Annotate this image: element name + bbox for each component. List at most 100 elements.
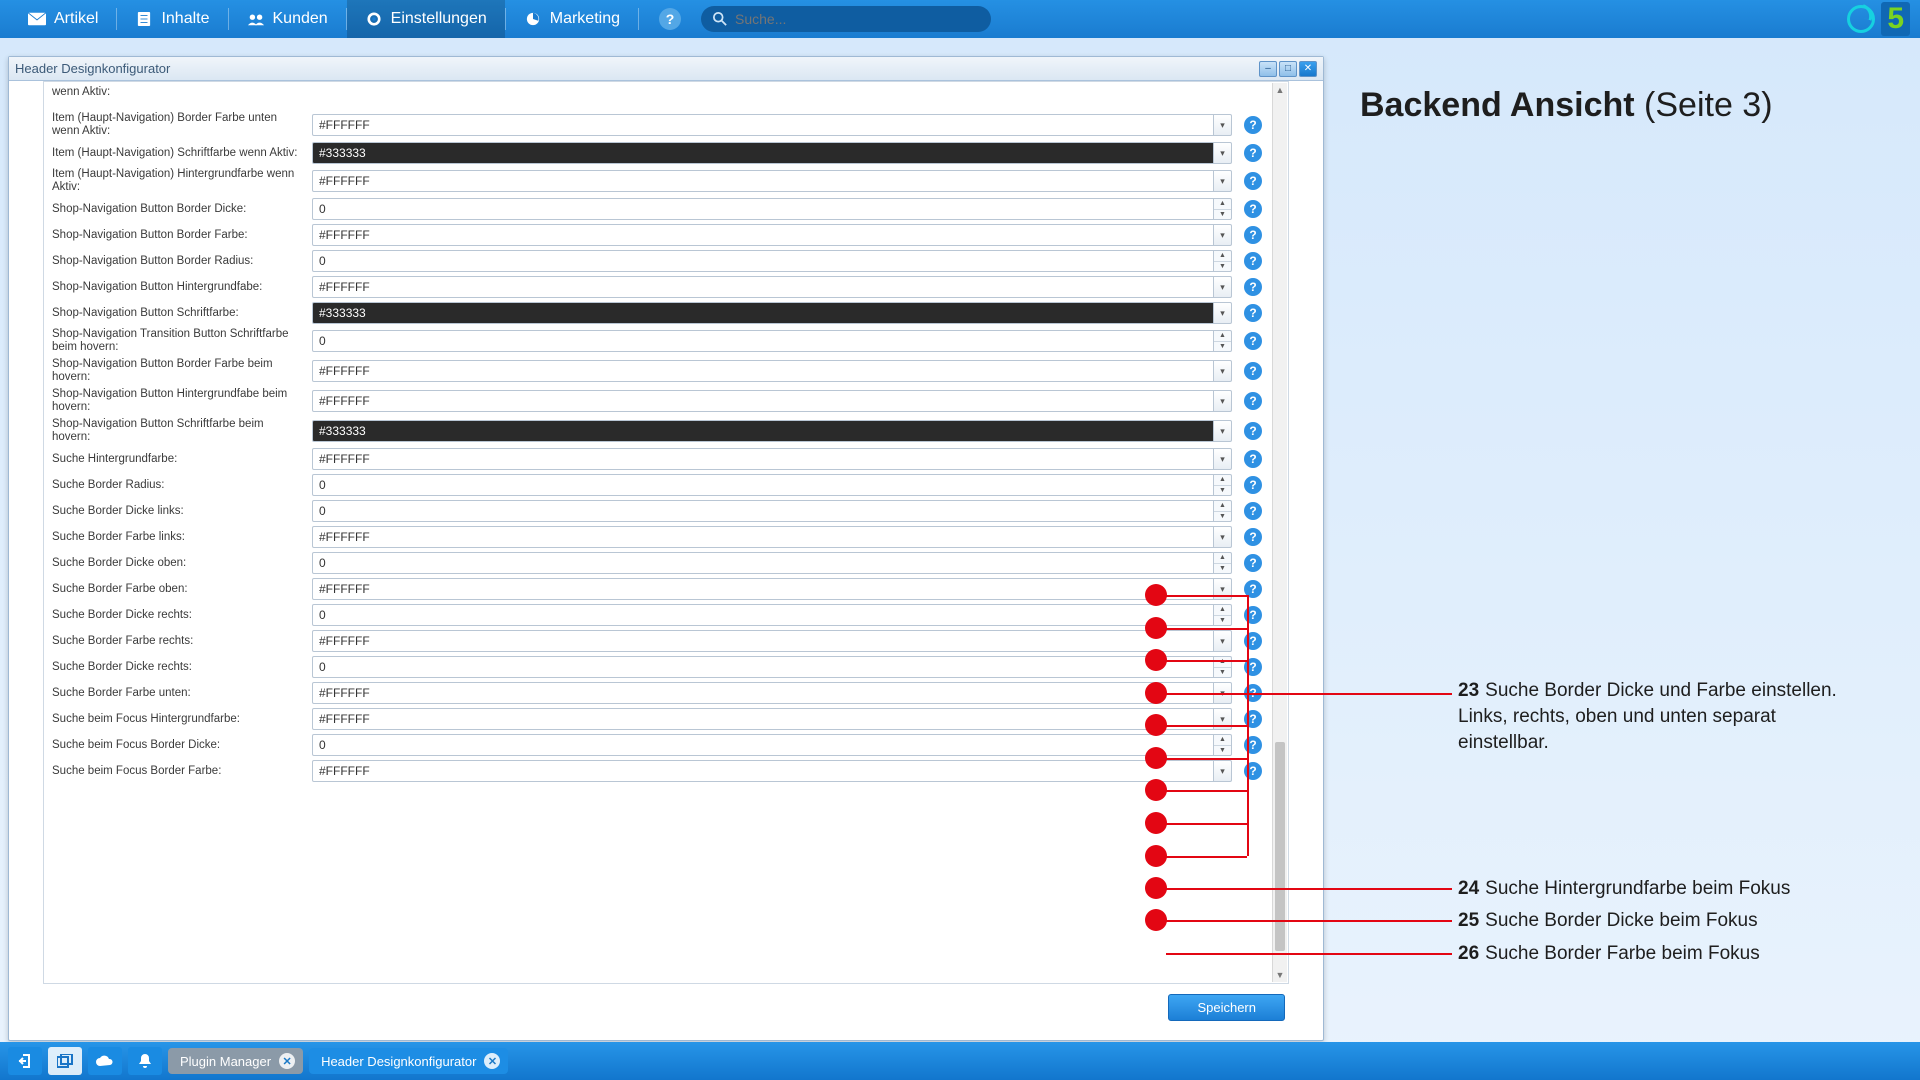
menu-item-einstellungen[interactable]: Einstellungen — [347, 0, 505, 38]
spin-down[interactable]: ▼ — [1214, 746, 1231, 756]
spin-up[interactable]: ▲ — [1214, 251, 1231, 262]
scrollbar[interactable]: ▲ ▼ — [1272, 83, 1287, 982]
menu-item-kunden[interactable]: Kunden — [229, 0, 346, 38]
spinner[interactable]: ▲▼ — [1214, 474, 1232, 496]
menu-item-artikel[interactable]: Artikel — [10, 0, 116, 38]
taskbar-item-header-designkonfigurator[interactable]: Header Designkonfigurator ✕ — [309, 1048, 508, 1074]
spinner[interactable]: ▲▼ — [1214, 198, 1232, 220]
number-input[interactable] — [312, 250, 1214, 272]
color-input[interactable] — [312, 760, 1214, 782]
global-search[interactable] — [701, 6, 991, 32]
color-input[interactable] — [312, 276, 1214, 298]
dropdown-trigger[interactable]: ▾ — [1214, 526, 1232, 548]
taskbar-logout[interactable] — [8, 1047, 42, 1075]
spin-up[interactable]: ▲ — [1214, 501, 1231, 512]
number-input[interactable] — [312, 604, 1214, 626]
taskbar-item-plugin-manager[interactable]: Plugin Manager ✕ — [168, 1048, 303, 1074]
color-input[interactable] — [312, 708, 1214, 730]
dropdown-trigger[interactable]: ▾ — [1214, 390, 1232, 412]
field-help-button[interactable]: ? — [1244, 144, 1262, 162]
spin-down[interactable]: ▼ — [1214, 210, 1231, 220]
spinner[interactable]: ▲▼ — [1214, 734, 1232, 756]
spin-down[interactable]: ▼ — [1214, 564, 1231, 574]
field-help-button[interactable]: ? — [1244, 554, 1262, 572]
dropdown-trigger[interactable]: ▾ — [1214, 360, 1232, 382]
minimize-button[interactable]: – — [1259, 61, 1277, 77]
menu-item-inhalte[interactable]: Inhalte — [117, 0, 227, 38]
color-input[interactable] — [312, 360, 1214, 382]
field-help-button[interactable]: ? — [1244, 392, 1262, 410]
maximize-button[interactable]: □ — [1279, 61, 1297, 77]
dropdown-trigger[interactable]: ▾ — [1214, 630, 1232, 652]
dropdown-trigger[interactable]: ▾ — [1214, 170, 1232, 192]
spin-down[interactable]: ▼ — [1214, 262, 1231, 272]
spin-down[interactable]: ▼ — [1214, 616, 1231, 626]
spin-up[interactable]: ▲ — [1214, 553, 1231, 564]
dropdown-trigger[interactable]: ▾ — [1214, 142, 1232, 164]
number-input[interactable] — [312, 198, 1214, 220]
dropdown-trigger[interactable]: ▾ — [1214, 448, 1232, 470]
field-help-button[interactable]: ? — [1244, 476, 1262, 494]
spinner[interactable]: ▲▼ — [1214, 500, 1232, 522]
spinner[interactable]: ▲▼ — [1214, 604, 1232, 626]
field-help-button[interactable]: ? — [1244, 252, 1262, 270]
dropdown-trigger[interactable]: ▾ — [1214, 276, 1232, 298]
dropdown-trigger[interactable]: ▾ — [1214, 224, 1232, 246]
spin-down[interactable]: ▼ — [1214, 668, 1231, 678]
help-button[interactable]: ? — [659, 8, 681, 30]
color-input[interactable] — [312, 578, 1214, 600]
field-help-button[interactable]: ? — [1244, 278, 1262, 296]
field-help-button[interactable]: ? — [1244, 450, 1262, 468]
field-help-button[interactable]: ? — [1244, 226, 1262, 244]
field-help-button[interactable]: ? — [1244, 362, 1262, 380]
number-input[interactable] — [312, 552, 1214, 574]
field-help-button[interactable]: ? — [1244, 116, 1262, 134]
spin-up[interactable]: ▲ — [1214, 199, 1231, 210]
color-input[interactable] — [312, 630, 1214, 652]
window-titlebar[interactable]: Header Designkonfigurator – □ ✕ — [9, 57, 1323, 81]
save-button[interactable]: Speichern — [1168, 994, 1285, 1021]
field-help-button[interactable]: ? — [1244, 172, 1262, 190]
scroll-down-arrow[interactable]: ▼ — [1273, 968, 1287, 982]
close-icon[interactable]: ✕ — [279, 1053, 295, 1069]
color-input[interactable] — [312, 448, 1214, 470]
color-input[interactable] — [312, 142, 1214, 164]
spin-up[interactable]: ▲ — [1214, 657, 1231, 668]
spinner[interactable]: ▲▼ — [1214, 330, 1232, 352]
dropdown-trigger[interactable]: ▾ — [1214, 302, 1232, 324]
dropdown-trigger[interactable]: ▾ — [1214, 114, 1232, 136]
spinner[interactable]: ▲▼ — [1214, 552, 1232, 574]
menu-item-marketing[interactable]: Marketing — [506, 0, 638, 38]
color-input[interactable] — [312, 170, 1214, 192]
field-help-button[interactable]: ? — [1244, 502, 1262, 520]
spin-down[interactable]: ▼ — [1214, 342, 1231, 352]
close-icon[interactable]: ✕ — [484, 1053, 500, 1069]
field-help-button[interactable]: ? — [1244, 422, 1262, 440]
number-input[interactable] — [312, 734, 1214, 756]
field-help-button[interactable]: ? — [1244, 200, 1262, 218]
number-input[interactable] — [312, 656, 1214, 678]
field-help-button[interactable]: ? — [1244, 332, 1262, 350]
color-input[interactable] — [312, 114, 1214, 136]
color-input[interactable] — [312, 526, 1214, 548]
dropdown-trigger[interactable]: ▾ — [1214, 760, 1232, 782]
spin-up[interactable]: ▲ — [1214, 331, 1231, 342]
taskbar-windows[interactable] — [48, 1047, 82, 1075]
field-help-button[interactable]: ? — [1244, 304, 1262, 322]
dropdown-trigger[interactable]: ▾ — [1214, 420, 1232, 442]
spin-up[interactable]: ▲ — [1214, 735, 1231, 746]
spin-up[interactable]: ▲ — [1214, 475, 1231, 486]
spin-up[interactable]: ▲ — [1214, 605, 1231, 616]
spinner[interactable]: ▲▼ — [1214, 250, 1232, 272]
close-button[interactable]: ✕ — [1299, 61, 1317, 77]
color-input[interactable] — [312, 224, 1214, 246]
number-input[interactable] — [312, 500, 1214, 522]
color-input[interactable] — [312, 390, 1214, 412]
scroll-track[interactable] — [1275, 97, 1285, 968]
taskbar-cache[interactable] — [88, 1047, 122, 1075]
spin-down[interactable]: ▼ — [1214, 486, 1231, 496]
search-input[interactable] — [735, 11, 979, 27]
taskbar-notifications[interactable] — [128, 1047, 162, 1075]
field-help-button[interactable]: ? — [1244, 528, 1262, 546]
color-input[interactable] — [312, 302, 1214, 324]
